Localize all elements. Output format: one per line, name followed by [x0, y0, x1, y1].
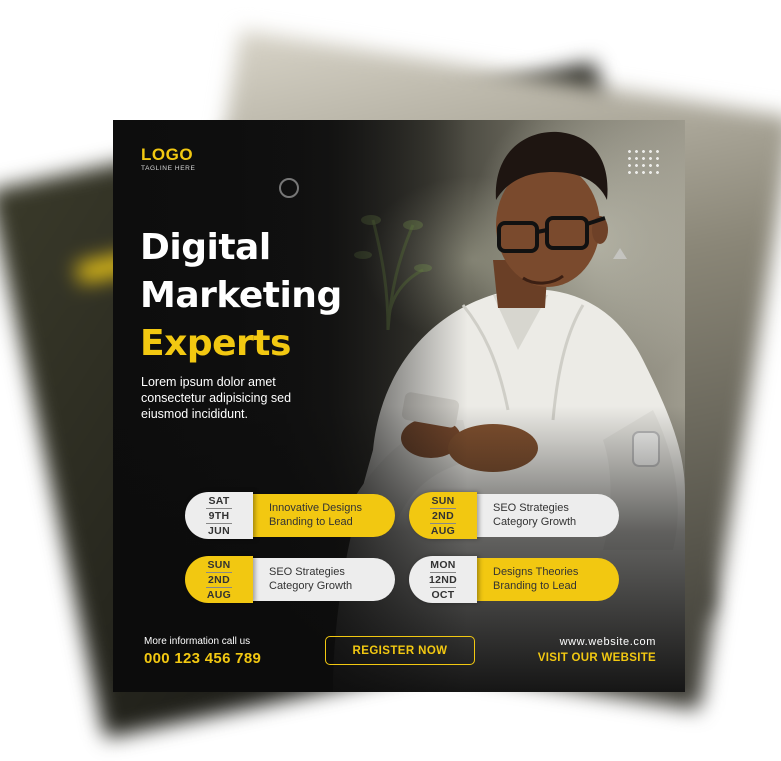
logo-tagline: TAGLINE HERE — [141, 165, 196, 172]
phone-number[interactable]: 000 123 456 789 — [144, 650, 261, 667]
event-date-badge: SAT 9TH JUN — [185, 492, 253, 539]
event-date: 2ND — [432, 509, 454, 522]
event-info: Designs Theories Branding to Lead — [493, 566, 578, 593]
marketing-flyer: LOGO TAGLINE HERE Digital Marketing Expe… — [113, 120, 685, 692]
event-card[interactable]: MON 12ND OCT Designs Theories Branding t… — [409, 556, 619, 603]
triangle-icon — [613, 248, 627, 259]
event-title: Innovative Designs — [269, 502, 362, 514]
event-date-badge: SUN 2ND AUG — [185, 556, 253, 603]
logo-text: LOGO — [141, 145, 194, 164]
description-line-3: eiusmod incididunt. — [141, 407, 249, 421]
circle-icon — [279, 178, 299, 198]
headline-line-1: Digital — [140, 227, 271, 268]
brand-logo: LOGO TAGLINE HERE — [141, 145, 196, 173]
headline-line-2: Marketing — [140, 275, 342, 316]
visit-website-link[interactable]: VISIT OUR WEBSITE — [538, 652, 656, 664]
event-date-badge: MON 12ND OCT — [409, 556, 477, 603]
event-month: AUG — [430, 524, 456, 537]
divider — [430, 571, 456, 573]
event-info: Innovative Designs Branding to Lead — [269, 502, 362, 529]
event-month: JUN — [208, 524, 230, 537]
event-title: SEO Strategies — [269, 566, 345, 578]
description: Lorem ipsum dolor amet consectetur adipi… — [141, 374, 361, 422]
event-info: SEO Strategies Category Growth — [493, 502, 576, 529]
event-title: Designs Theories — [493, 566, 579, 578]
event-card[interactable]: SUN 2ND AUG SEO Strategies Category Grow… — [185, 556, 395, 603]
dot-grid-icon — [626, 148, 660, 178]
divider — [206, 522, 232, 524]
divider — [430, 507, 456, 509]
event-subtitle: Branding to Lead — [269, 515, 353, 528]
event-date: 2ND — [208, 573, 230, 586]
divider — [430, 522, 456, 524]
divider — [206, 586, 232, 588]
headline-line-3: Experts — [140, 323, 291, 364]
divider — [206, 507, 232, 509]
website-url[interactable]: www.website.com — [538, 636, 656, 648]
contact-label: More information call us — [144, 636, 251, 647]
event-date: 9TH — [208, 509, 230, 522]
event-date-badge: SUN 2ND AUG — [409, 492, 477, 539]
headline: Digital Marketing Experts — [140, 224, 342, 368]
contact-info: More information call us 000 123 456 789 — [144, 636, 261, 667]
description-line-1: Lorem ipsum dolor amet — [141, 375, 276, 389]
divider — [206, 571, 232, 573]
event-subtitle: Category Growth — [493, 515, 577, 528]
event-info: SEO Strategies Category Growth — [269, 566, 352, 593]
divider — [430, 586, 456, 588]
event-day: SUN — [207, 558, 231, 571]
event-card[interactable]: SAT 9TH JUN Innovative Designs Branding … — [185, 492, 395, 539]
event-month: OCT — [431, 588, 455, 601]
event-subtitle: Category Growth — [269, 579, 353, 592]
website-info: www.website.com VISIT OUR WEBSITE — [538, 636, 656, 664]
event-subtitle: Branding to Lead — [493, 579, 577, 592]
event-title: SEO Strategies — [493, 502, 569, 514]
event-date: 12ND — [428, 573, 458, 586]
event-day: SAT — [208, 494, 230, 507]
event-card[interactable]: SUN 2ND AUG SEO Strategies Category Grow… — [409, 492, 619, 539]
event-month: AUG — [206, 588, 232, 601]
event-day: MON — [430, 558, 456, 571]
event-day: SUN — [431, 494, 455, 507]
register-button[interactable]: REGISTER NOW — [325, 636, 475, 665]
description-line-2: consectetur adipisicing sed — [141, 391, 292, 405]
